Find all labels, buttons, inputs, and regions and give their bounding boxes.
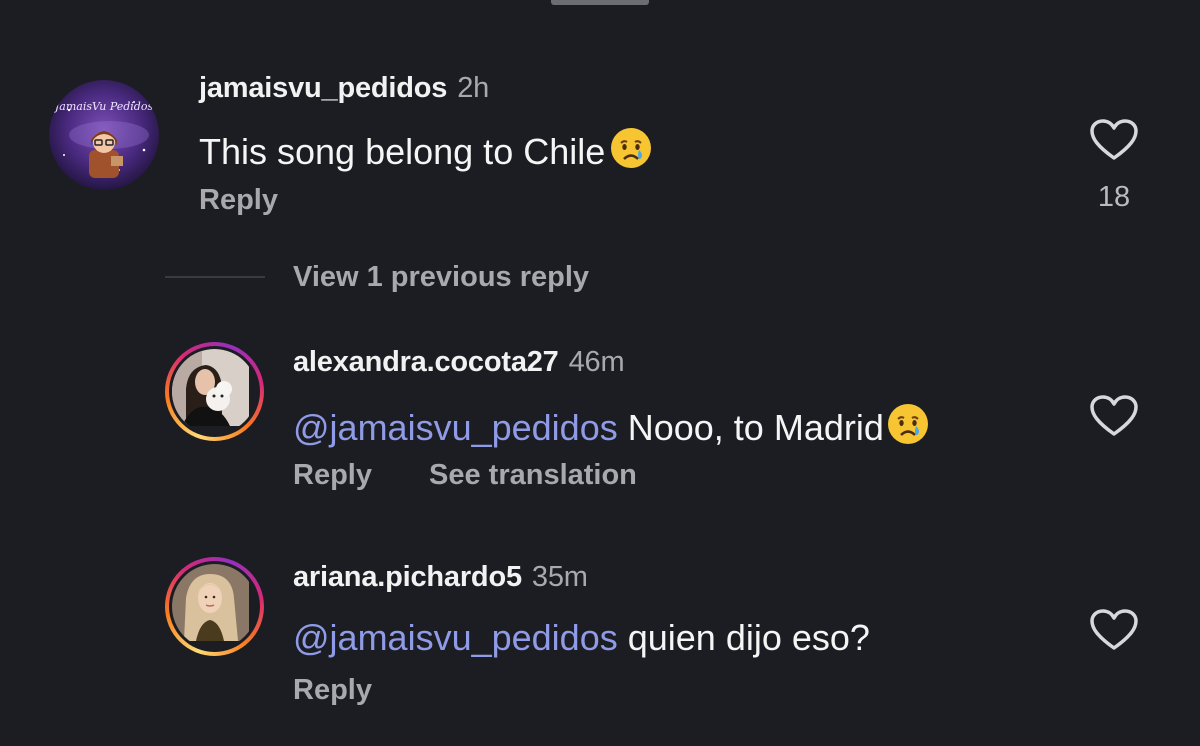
username-text[interactable]: jamaisvu_pedidos [199, 72, 447, 104]
like-heart-icon[interactable] [1089, 394, 1139, 443]
reply-button[interactable]: Reply [199, 184, 278, 217]
reply-button[interactable]: Reply [293, 674, 372, 707]
reply-body: Nooo, to Madrid [617, 407, 884, 448]
like-heart-icon[interactable] [1089, 118, 1139, 167]
reply-body: quien dijo eso? [617, 617, 870, 658]
like-count: 18 [1097, 181, 1131, 213]
avatar-image [172, 564, 257, 649]
reply-username[interactable]: ariana.pichardo5 35m [293, 561, 588, 594]
view-previous-replies-button[interactable]: View 1 previous reply [293, 261, 589, 294]
reply-username[interactable]: alexandra.cocota27 46m [293, 346, 625, 379]
avatar[interactable]: JamaisVu Pedidos [49, 80, 159, 190]
comment-body: This song belong to Chile [199, 131, 606, 172]
comment-text: This song belong to Chile [199, 126, 653, 179]
reply-timestamp: 35m [531, 561, 588, 593]
avatar-image [172, 349, 257, 434]
like-heart-icon[interactable] [1089, 608, 1139, 657]
comment-timestamp: 2h [457, 72, 490, 104]
avatar[interactable] [165, 342, 264, 441]
sheet-drag-handle[interactable] [551, 0, 649, 5]
see-translation-button[interactable]: See translation [429, 459, 637, 492]
reply-button[interactable]: Reply [293, 459, 372, 492]
mention-link[interactable]: @jamaisvu_pedidos [293, 407, 618, 448]
reply-timestamp: 46m [568, 346, 625, 378]
replies-divider [165, 276, 265, 278]
username-text[interactable]: alexandra.cocota27 [293, 346, 559, 378]
username-text[interactable]: ariana.pichardo5 [293, 561, 522, 593]
crying-face-icon [886, 402, 930, 455]
reply-text: @jamaisvu_pedidos Nooo, to Madrid [293, 402, 930, 455]
avatar[interactable] [165, 557, 264, 656]
reply-text: @jamaisvu_pedidos quien dijo eso? [293, 617, 870, 659]
avatar-image: JamaisVu Pedidos [49, 80, 159, 190]
mention-link[interactable]: @jamaisvu_pedidos [293, 617, 618, 658]
comment-username[interactable]: jamaisvu_pedidos 2h [199, 72, 489, 105]
crying-face-icon [609, 126, 653, 179]
avatar-logo-text: JamaisVu Pedidos [53, 100, 154, 113]
